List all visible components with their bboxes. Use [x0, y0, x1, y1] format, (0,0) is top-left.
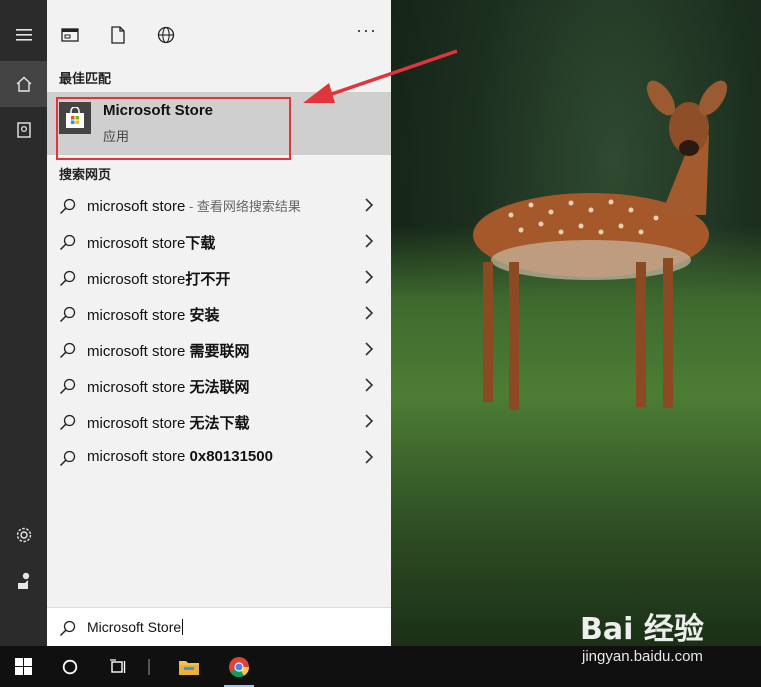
result-suggestion: 0x80131500: [189, 448, 273, 465]
watermark-brand: Bai 经验: [580, 612, 704, 647]
chevron-right-icon[interactable]: [363, 414, 375, 428]
result-prefix: microsoft store: [87, 343, 190, 360]
start-button[interactable]: [0, 646, 46, 687]
result-suggestion: 下载: [185, 235, 216, 252]
search-query-text: Microsoft Store: [87, 619, 182, 635]
cortana-icon: [62, 659, 78, 674]
search-icon: [59, 414, 76, 431]
documents-filter-button[interactable]: [107, 24, 129, 46]
search-box[interactable]: Microsoft Store: [47, 607, 391, 646]
web-result-row[interactable]: microsoft store 0x80131500: [47, 439, 391, 475]
apps-filter-button[interactable]: [59, 24, 81, 46]
web-result-text: microsoft store 需要联网: [87, 340, 250, 361]
file-explorer-icon: [179, 660, 199, 675]
web-result-text: microsoft store - 查看网络搜索结果: [87, 196, 301, 215]
document-icon: [111, 26, 125, 44]
chevron-right-icon[interactable]: [363, 198, 375, 212]
web-result-text: microsoft store下载: [87, 232, 215, 253]
red-arrow-annotation: [303, 49, 458, 103]
web-result-row[interactable]: microsoft store - 查看网络搜索结果: [47, 187, 391, 223]
search-icon: [59, 450, 76, 467]
feedback-icon: [17, 572, 29, 589]
file-explorer-button[interactable]: [166, 646, 212, 687]
store-bag-icon: [59, 102, 91, 134]
app-type: 应用: [103, 129, 130, 144]
task-view-button[interactable]: [95, 646, 141, 687]
chrome-icon: [229, 656, 250, 677]
result-prefix: microsoft store: [87, 448, 190, 465]
watermark-url: jingyan.baidu.com: [582, 648, 703, 665]
search-icon: [59, 234, 76, 251]
search-icon: [59, 198, 76, 215]
chevron-right-icon[interactable]: [363, 306, 375, 320]
web-filter-button[interactable]: [155, 24, 177, 46]
notebook-icon: [16, 122, 31, 138]
result-prefix: microsoft store: [87, 271, 186, 288]
app-window-icon: [61, 28, 79, 42]
result-prefix: microsoft store: [87, 235, 186, 252]
web-result-text: microsoft store 安装: [87, 304, 220, 325]
web-result-text: microsoft store 无法联网: [87, 376, 250, 397]
search-icon: [59, 378, 76, 395]
result-prefix: microsoft store: [87, 415, 190, 432]
web-result-row[interactable]: microsoft store下载: [47, 223, 391, 259]
result-suggestion: 无法联网: [189, 379, 250, 396]
windows-start-icon: [14, 658, 32, 675]
search-icon: [59, 306, 76, 323]
search-icon: [59, 270, 76, 287]
chevron-right-icon[interactable]: [363, 234, 375, 248]
notebook-button[interactable]: [0, 107, 47, 153]
chevron-right-icon[interactable]: [363, 342, 375, 356]
app-name: Microsoft Store: [103, 102, 214, 119]
result-prefix: microsoft store: [87, 198, 186, 215]
chevron-right-icon[interactable]: [363, 450, 375, 464]
result-hint: - 查看网络搜索结果: [185, 199, 301, 214]
result-suggestion: 安装: [189, 307, 220, 324]
chrome-button[interactable]: [216, 646, 262, 687]
chevron-right-icon[interactable]: [363, 378, 375, 392]
web-search-heading: 搜索网页: [59, 167, 112, 182]
search-input[interactable]: Microsoft Store: [87, 619, 184, 635]
task-view-icon: [110, 658, 126, 673]
web-result-row[interactable]: microsoft store打不开: [47, 259, 391, 295]
web-result-row[interactable]: microsoft store 安装: [47, 295, 391, 331]
web-result-row[interactable]: microsoft store 无法下载: [47, 403, 391, 439]
web-result-text: microsoft store 0x80131500: [87, 448, 273, 465]
result-suggestion: 需要联网: [189, 343, 250, 360]
web-result-text: microsoft store 无法下载: [87, 412, 250, 433]
result-suggestion: 打不开: [185, 271, 231, 288]
home-icon: [16, 76, 31, 92]
web-result-row[interactable]: microsoft store 需要联网: [47, 331, 391, 367]
globe-icon: [157, 26, 175, 44]
hamburger-icon: [15, 29, 32, 41]
best-match-heading: 最佳匹配: [59, 71, 112, 86]
hamburger-menu-button[interactable]: [0, 12, 47, 58]
web-result-text: microsoft store打不开: [87, 268, 230, 289]
start-rail: [0, 0, 47, 646]
cortana-button[interactable]: [47, 646, 93, 687]
result-suggestion: 无法下载: [189, 415, 250, 432]
search-icon: [59, 620, 76, 637]
result-prefix: microsoft store: [87, 307, 190, 324]
settings-button[interactable]: [0, 512, 47, 558]
search-icon: [59, 342, 76, 359]
feedback-button[interactable]: [0, 558, 47, 604]
web-result-row[interactable]: microsoft store 无法联网: [47, 367, 391, 403]
home-button[interactable]: [0, 61, 47, 107]
taskbar-separator: [148, 659, 150, 675]
settings-icon: [16, 527, 31, 543]
text-caret: [182, 619, 184, 635]
chevron-right-icon[interactable]: [363, 270, 375, 284]
baidu-jingyan-watermark: Bai 经验 jingyan.baidu.com: [580, 604, 750, 674]
more-options-button[interactable]: ···: [356, 20, 377, 41]
result-prefix: microsoft store: [87, 379, 190, 396]
